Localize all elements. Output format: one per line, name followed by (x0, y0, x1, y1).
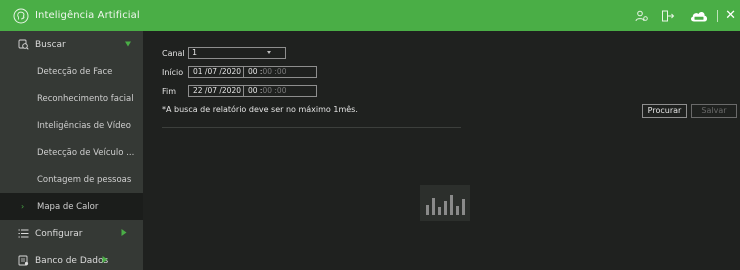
canal-label: Canal (162, 48, 185, 58)
sidebar-item-label: Mapa de Calor (37, 201, 99, 212)
database-icon (17, 255, 29, 266)
sidebar-item-inteligencias-video[interactable]: Inteligências de Vídeo (0, 112, 143, 139)
close-icon[interactable]: ✕ (725, 8, 736, 23)
fim-row: Fim 22 /07 /2020 00 :00 :00 (162, 85, 317, 97)
fim-label: Fim (162, 86, 177, 96)
divider (162, 127, 461, 128)
sidebar-item-deteccao-face[interactable]: Detecção de Face (0, 58, 143, 85)
sidebar-group-banco-dados[interactable]: Banco de Dados (0, 247, 143, 270)
fim-time-hour: 00 : (248, 86, 263, 95)
canal-select[interactable]: 1 (188, 47, 286, 59)
sidebar-item-label: Reconhecimento facial (37, 93, 134, 104)
loader-bar (431, 198, 435, 215)
loader-bar (443, 201, 447, 215)
sidebar-group-label: Configurar (35, 228, 83, 239)
canal-value: 1 (192, 48, 198, 57)
inicio-row: Início 01 /07 /2020 00 :00 :00 (162, 66, 317, 78)
list-icon (17, 229, 29, 238)
sidebar-group-label: Buscar (35, 39, 66, 50)
sidebar-item-reconhecimento-facial[interactable]: Reconhecimento facial (0, 85, 143, 112)
loader-bar (455, 206, 459, 215)
sidebar-item-mapa-calor[interactable]: › Mapa de Calor (0, 193, 143, 220)
title-bar: Inteligência Artificial ✕ (0, 0, 740, 31)
user-group-icon[interactable] (635, 10, 649, 22)
search-limit-note: *A busca de relatório deve ser no máximo… (162, 105, 358, 114)
chevron-down-icon (125, 40, 131, 50)
chevron-right-icon (121, 229, 127, 239)
sidebar-group-buscar[interactable]: Buscar (0, 31, 143, 58)
sidebar-item-deteccao-veiculo[interactable]: Detecção de Veículo ... (0, 139, 143, 166)
loader-bar (425, 205, 429, 215)
salvar-button[interactable]: Salvar (691, 104, 737, 118)
dropdown-arrow-icon (267, 51, 271, 54)
fim-date-field[interactable]: 22 /07 /2020 (188, 85, 244, 97)
cloud-icon[interactable] (689, 9, 709, 23)
sidebar-item-contagem-pessoas[interactable]: Contagem de pessoas (0, 166, 143, 193)
inicio-time-hour: 00 : (248, 67, 263, 76)
loading-indicator-icon (420, 185, 470, 221)
loader-bar (449, 195, 453, 215)
sidebar-item-label: Contagem de pessoas (37, 174, 132, 185)
inicio-time-rest: 00 :00 (262, 67, 287, 76)
canal-row: Canal 1 (162, 47, 286, 59)
loader-bar (461, 199, 465, 215)
sidebar: Buscar Detecção de Face Reconhecimento f… (0, 31, 143, 270)
main-content: Canal 1 Início 01 /07 /2020 00 :00 :00 F… (143, 31, 740, 270)
window-title: Inteligência Artificial (35, 10, 140, 21)
sidebar-group-configurar[interactable]: Configurar (0, 220, 143, 247)
inicio-time-field[interactable]: 00 :00 :00 (244, 66, 317, 78)
inicio-label: Início (162, 67, 184, 77)
search-icon (17, 39, 29, 50)
chevron-right-icon: › (21, 202, 25, 211)
fim-time-field[interactable]: 00 :00 :00 (244, 85, 317, 97)
toolbar-divider (717, 9, 719, 22)
procurar-button[interactable]: Procurar (642, 104, 687, 118)
loader-bar (437, 207, 441, 215)
sidebar-item-label: Detecção de Veículo ... (37, 147, 135, 158)
exit-icon[interactable] (661, 10, 675, 22)
inicio-datetime: 01 /07 /2020 00 :00 :00 (188, 66, 317, 78)
fim-time-rest: 00 :00 (262, 86, 287, 95)
fim-datetime: 22 /07 /2020 00 :00 :00 (188, 85, 317, 97)
sidebar-group-label: Banco de Dados (35, 255, 109, 266)
sidebar-item-label: Detecção de Face (37, 66, 113, 77)
ai-head-icon (13, 8, 29, 24)
chevron-right-icon (102, 256, 108, 266)
inicio-date-field[interactable]: 01 /07 /2020 (188, 66, 244, 78)
sidebar-item-label: Inteligências de Vídeo (37, 120, 131, 131)
